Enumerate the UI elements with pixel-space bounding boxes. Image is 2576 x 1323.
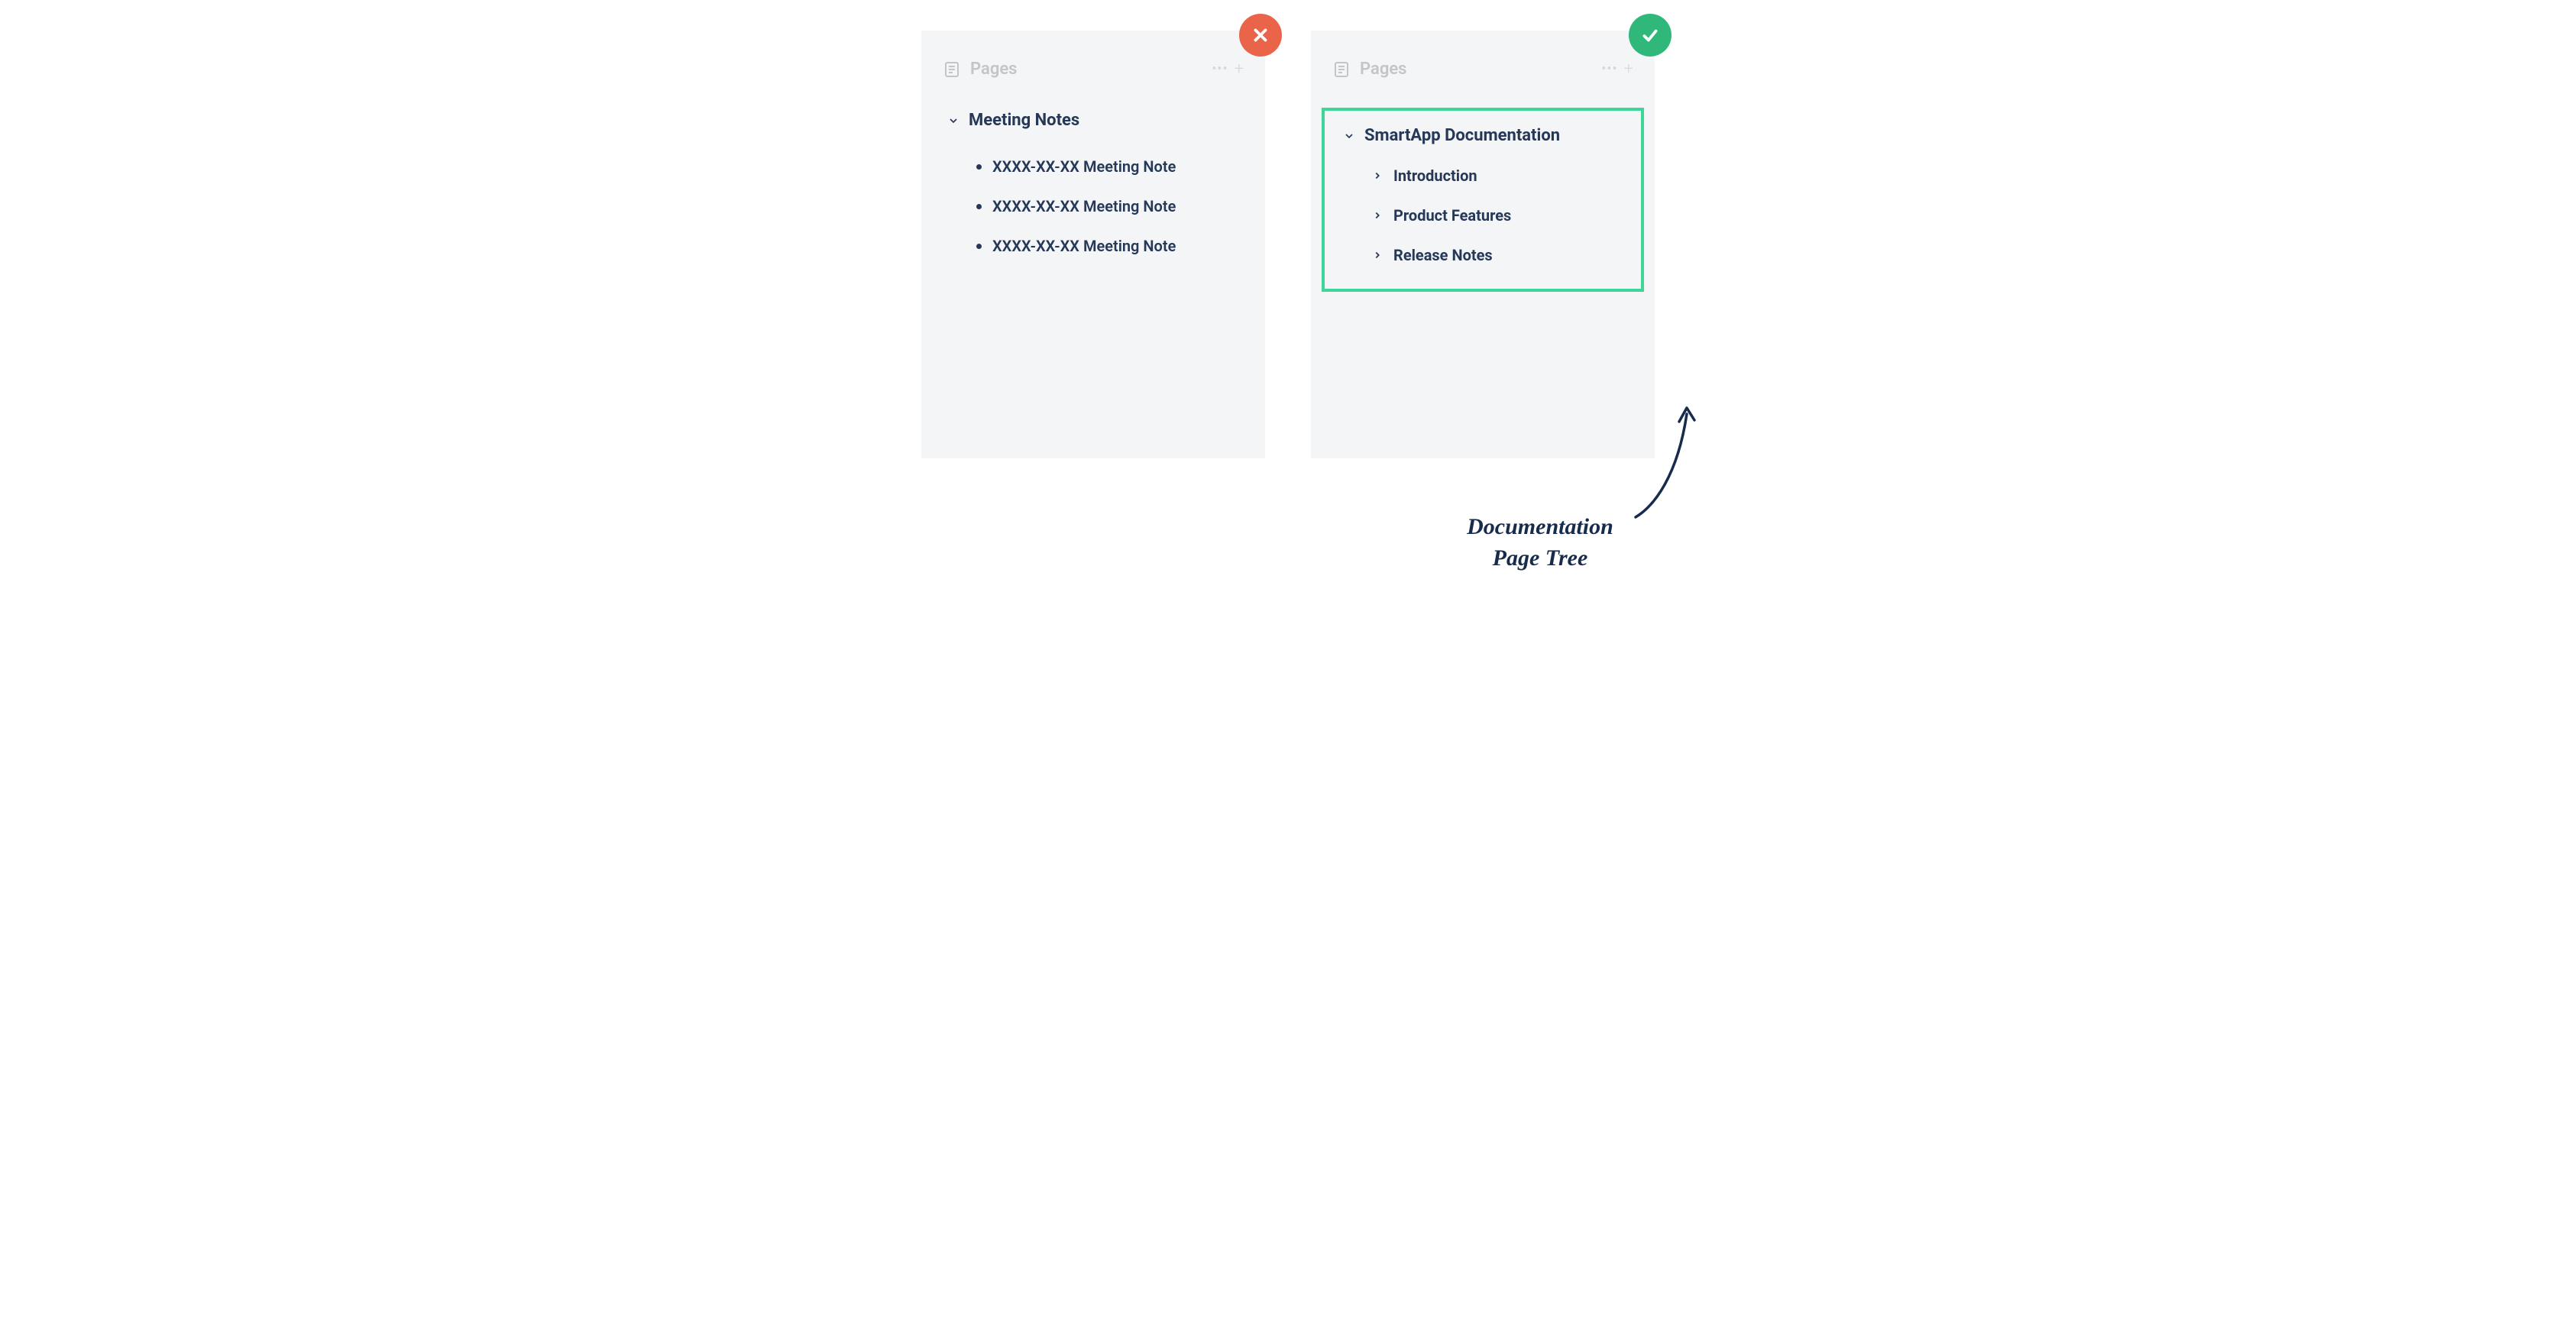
pages-title: Pages	[1360, 60, 1592, 79]
header-actions: ••• +	[1601, 60, 1633, 79]
tree-item-label: XXXX-XX-XX Meeting Note	[992, 197, 1176, 215]
bullet-icon	[976, 204, 982, 209]
pages-icon	[1332, 60, 1351, 79]
add-page-icon[interactable]: +	[1624, 60, 1633, 79]
bad-example-panel: Pages ••• + Meeting Notes XXXX-XX-XX Mee…	[921, 31, 1265, 458]
highlighted-page-tree: SmartApp Documentation Introduction Prod…	[1322, 108, 1644, 292]
tree-item[interactable]: XXXX-XX-XX Meeting Note	[967, 147, 1248, 186]
annotation-arrow	[1616, 399, 1708, 529]
tree-children: XXXX-XX-XX Meeting Note XXXX-XX-XX Meeti…	[938, 147, 1248, 266]
tree-root-item[interactable]: Meeting Notes	[938, 108, 1248, 133]
more-icon[interactable]: •••	[1212, 61, 1228, 77]
panel-header: Pages ••• +	[1328, 53, 1638, 85]
tree-item-label: Product Features	[1393, 206, 1511, 225]
pages-title: Pages	[970, 60, 1202, 79]
chevron-right-icon	[1372, 170, 1383, 181]
tree-item[interactable]: XXXX-XX-XX Meeting Note	[967, 226, 1248, 266]
check-icon	[1640, 25, 1660, 45]
add-page-icon[interactable]: +	[1235, 60, 1244, 79]
chevron-down-icon	[1343, 130, 1355, 142]
good-example-panel: Pages ••• + SmartApp Documentation	[1311, 31, 1655, 458]
tree-root-label: Meeting Notes	[969, 111, 1079, 130]
chevron-right-icon	[1372, 250, 1383, 260]
annotation-label: Documentation Page Tree	[1441, 512, 1639, 574]
tree-item-label: XXXX-XX-XX Meeting Note	[992, 237, 1176, 255]
bad-panel-body: Pages ••• + Meeting Notes XXXX-XX-XX Mee…	[921, 31, 1265, 458]
cross-icon	[1251, 25, 1270, 45]
pages-icon	[943, 60, 961, 79]
bullet-icon	[976, 244, 982, 249]
tree-item[interactable]: Product Features	[1363, 196, 1632, 235]
tree-item-label: XXXX-XX-XX Meeting Note	[992, 157, 1176, 176]
tree-children: Introduction Product Features Release No…	[1334, 156, 1632, 275]
tree-item-label: Introduction	[1393, 167, 1477, 185]
bullet-icon	[976, 164, 982, 170]
tree-item[interactable]: XXXX-XX-XX Meeting Note	[967, 186, 1248, 226]
chevron-right-icon	[1372, 210, 1383, 221]
tree-item[interactable]: Introduction	[1363, 156, 1632, 196]
panel-header: Pages ••• +	[938, 53, 1248, 85]
good-panel-body: Pages ••• + SmartApp Documentation	[1311, 31, 1655, 458]
tree-root-item[interactable]: SmartApp Documentation	[1334, 123, 1632, 148]
more-icon[interactable]: •••	[1601, 61, 1617, 77]
check-badge	[1629, 14, 1671, 57]
cross-badge	[1239, 14, 1282, 57]
tree-item-label: Release Notes	[1393, 246, 1493, 264]
chevron-down-icon	[947, 115, 960, 127]
header-actions: ••• +	[1212, 60, 1244, 79]
tree-item[interactable]: Release Notes	[1363, 235, 1632, 275]
tree-root-label: SmartApp Documentation	[1364, 126, 1560, 145]
